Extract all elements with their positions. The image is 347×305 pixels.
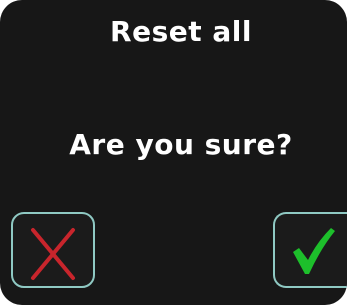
- checkmark-icon: [293, 228, 335, 274]
- confirmation-message: Are you sure?: [69, 128, 293, 161]
- cancel-button[interactable]: [11, 212, 95, 288]
- confirm-button[interactable]: [273, 212, 347, 288]
- dialog-title: Reset all: [110, 15, 252, 48]
- x-icon: [31, 228, 75, 280]
- reset-dialog: Reset all Are you sure?: [0, 0, 347, 305]
